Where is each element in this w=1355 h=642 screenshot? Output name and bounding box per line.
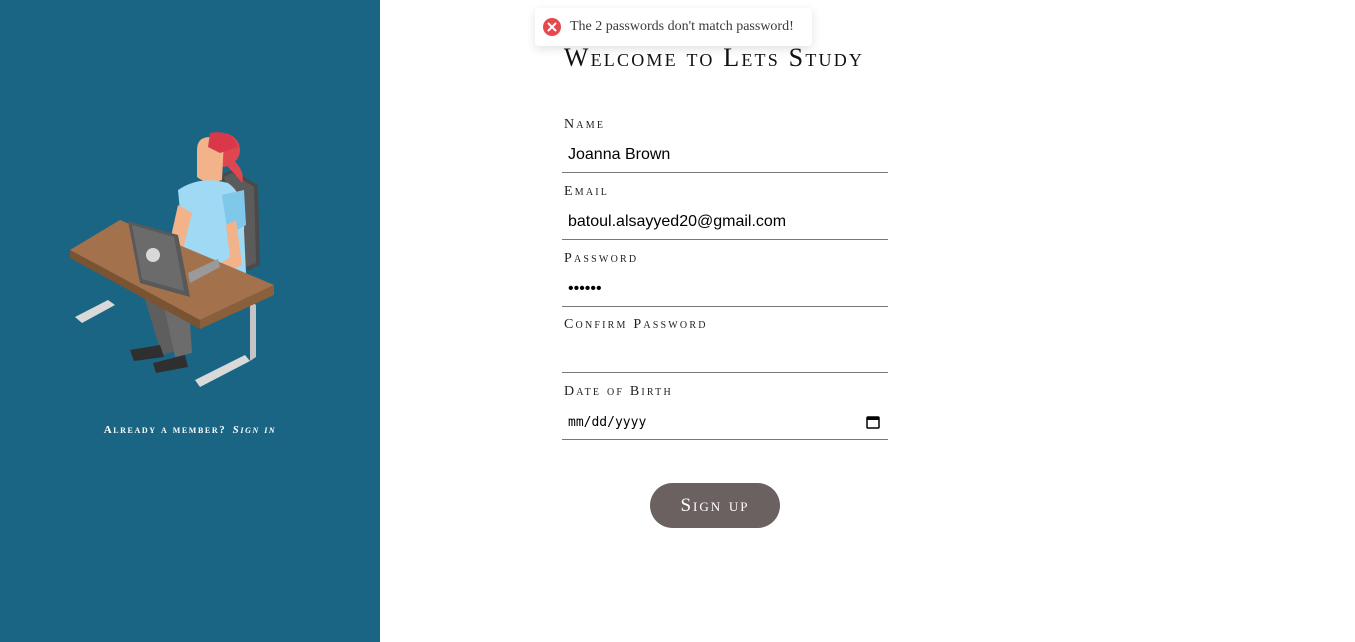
sidebar-panel: Already a member? Sign in xyxy=(0,0,380,642)
error-circle-icon xyxy=(543,18,561,36)
email-label: Email xyxy=(564,184,610,199)
name-input[interactable]: Joanna Brown xyxy=(562,138,888,173)
already-member-text: Already a member? Sign in xyxy=(0,424,380,436)
sign-in-link[interactable]: Sign in xyxy=(233,424,277,436)
member-prompt: Already a member? xyxy=(103,424,227,436)
confirm-password-label: Confirm Password xyxy=(564,317,708,332)
person-at-desk-illustration xyxy=(70,132,274,387)
name-label: Name xyxy=(564,117,606,132)
date-of-birth-field: Date of Birth mm/dd/yyyy xyxy=(562,382,888,440)
calendar-icon[interactable] xyxy=(866,415,880,429)
date-of-birth-label: Date of Birth xyxy=(564,384,673,399)
name-field: Name Joanna Brown xyxy=(562,115,888,173)
error-toast: The 2 passwords don't match password! xyxy=(535,8,812,46)
page-title: Welcome to Lets Study xyxy=(563,43,865,72)
password-field: Password •••••• xyxy=(562,249,888,307)
confirm-password-input[interactable] xyxy=(562,338,888,373)
date-of-birth-input[interactable]: mm/dd/yyyy xyxy=(562,405,888,440)
confirm-password-field: Confirm Password xyxy=(562,315,888,373)
sign-up-button[interactable]: Sign up xyxy=(650,483,780,528)
toast-message: The 2 passwords don't match password! xyxy=(570,19,794,34)
password-input[interactable]: •••••• xyxy=(562,272,888,307)
email-field: Email batoul.alsayyed20@gmail.com xyxy=(562,182,888,240)
email-input[interactable]: batoul.alsayyed20@gmail.com xyxy=(562,205,888,240)
password-label: Password xyxy=(564,251,639,266)
date-placeholder: mm/dd/yyyy xyxy=(568,414,647,430)
